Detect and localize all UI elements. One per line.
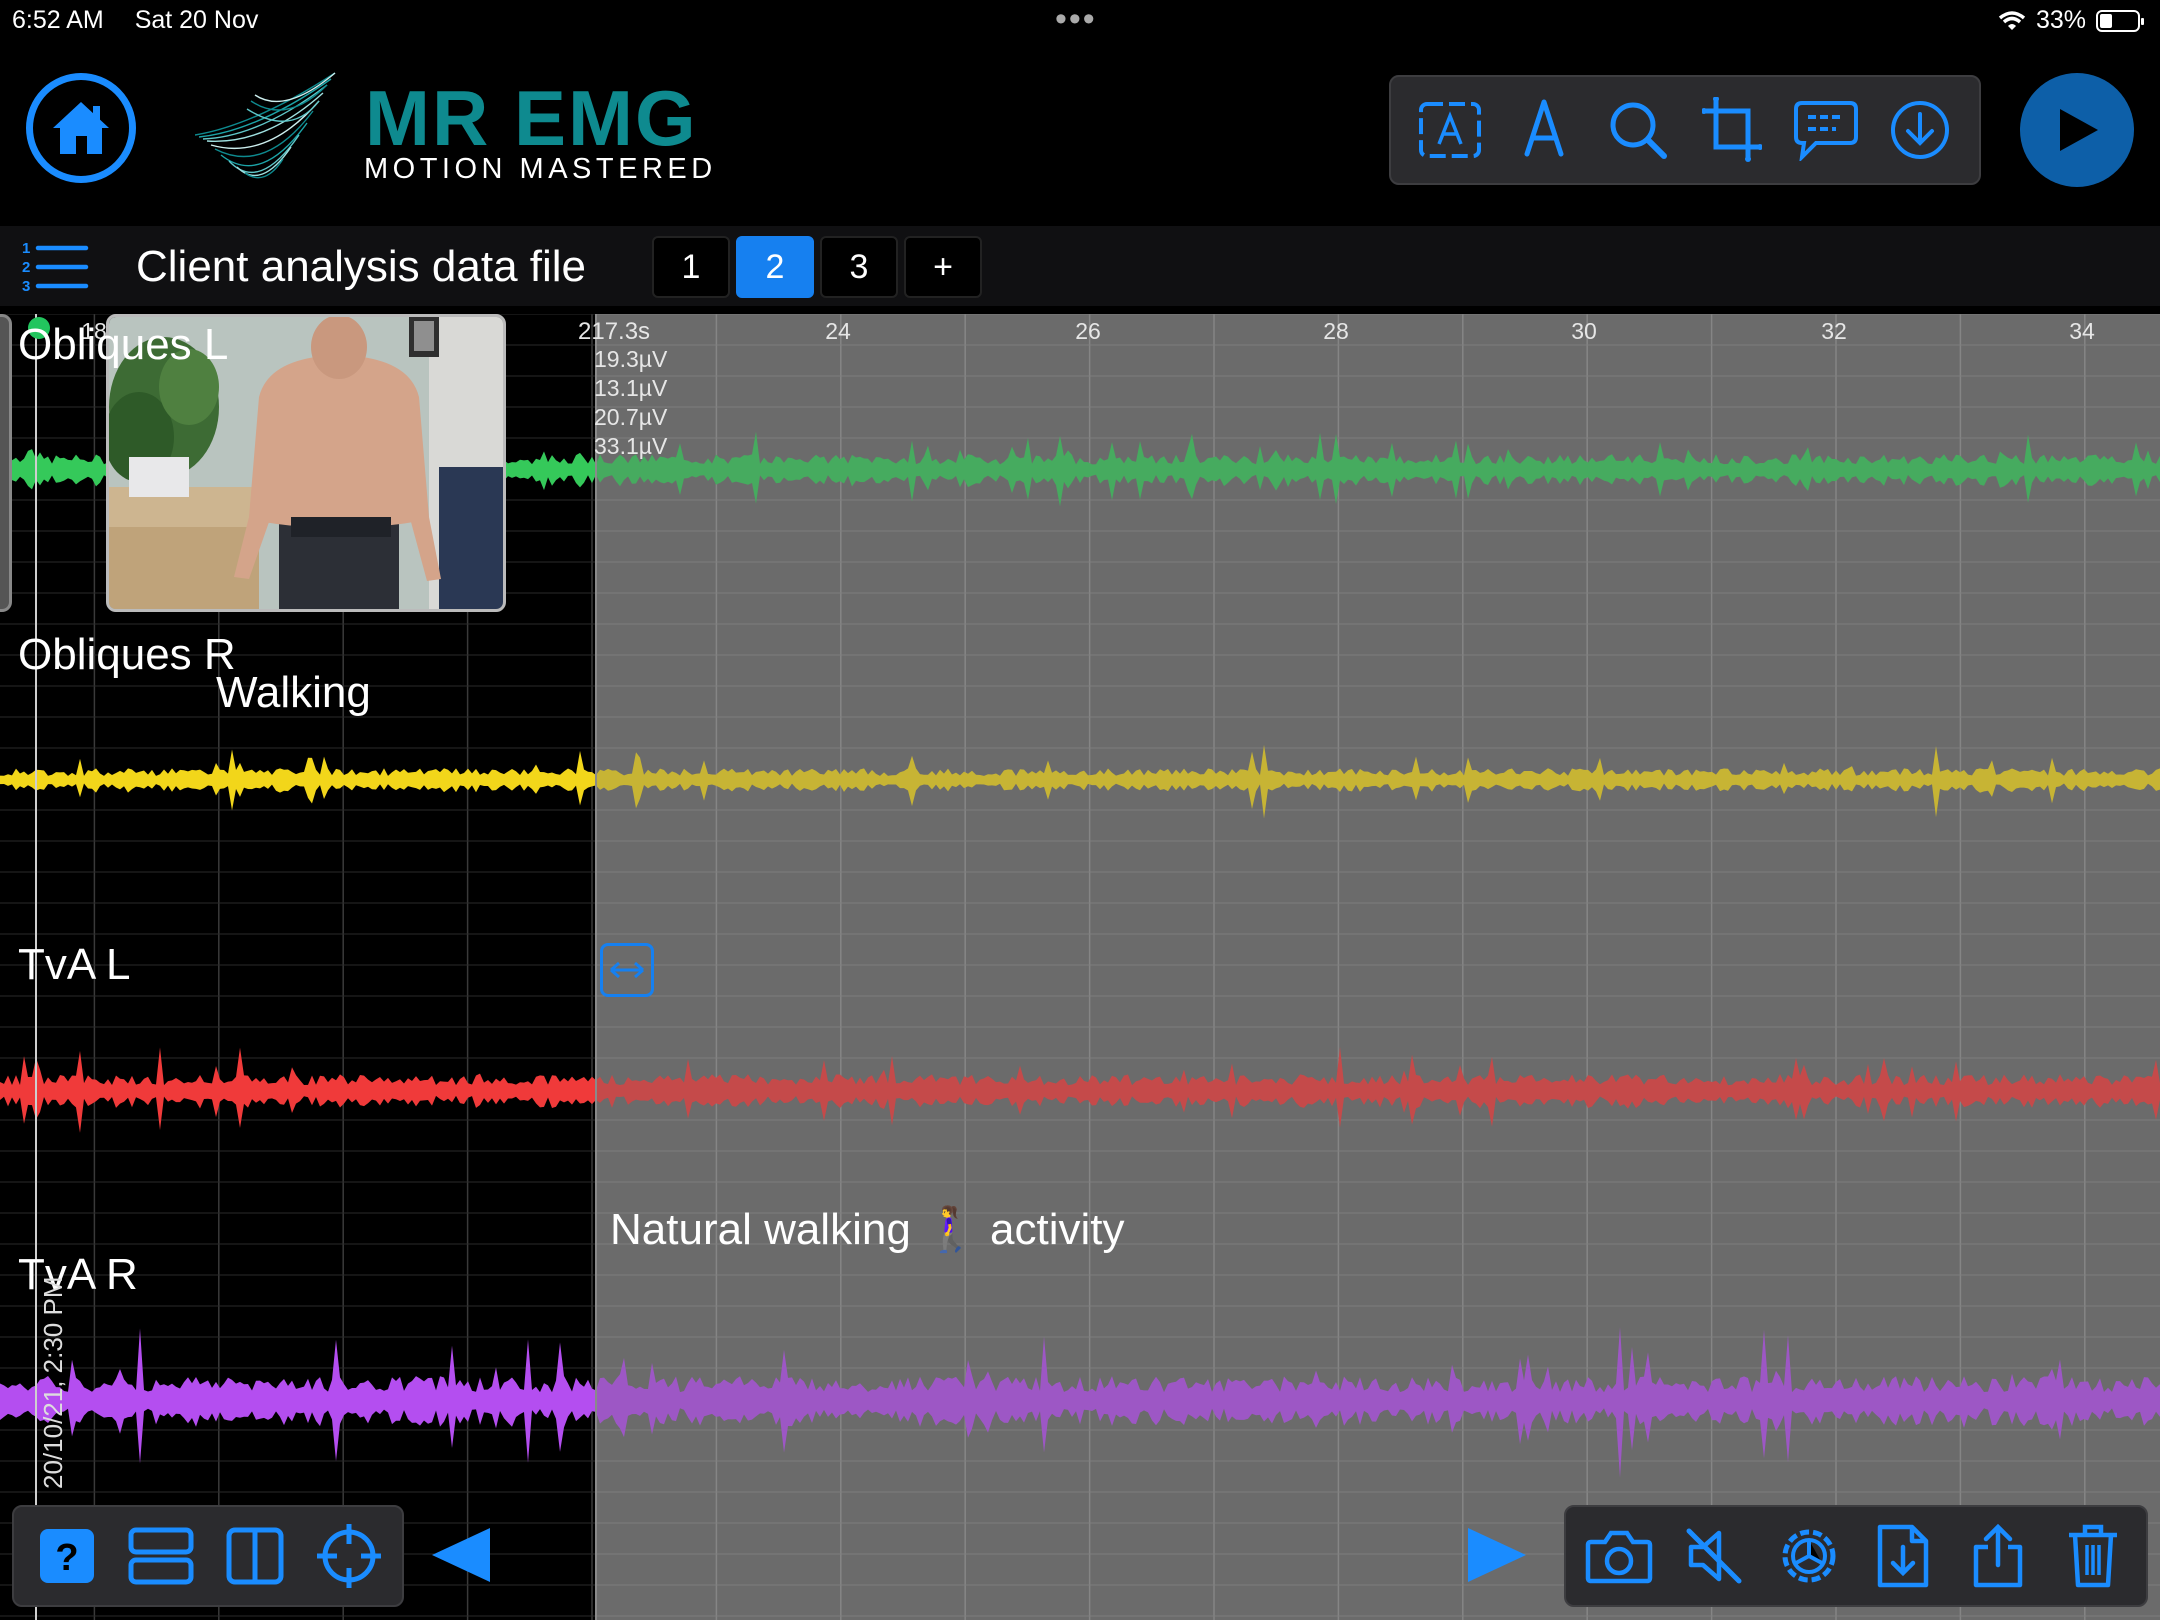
rows-layout-icon (128, 1527, 194, 1585)
crosshair-icon (317, 1524, 381, 1588)
selected-region (596, 314, 2160, 1620)
search-button[interactable] (1599, 91, 1677, 169)
emg-trace-tva-r-unselected (0, 1328, 596, 1464)
svg-text:2: 2 (22, 259, 30, 276)
mute-button[interactable] (1674, 1516, 1754, 1596)
svg-text:3: 3 (22, 278, 30, 295)
triangle-right-icon (1468, 1528, 1526, 1582)
channel-label-tva-l: TvA L (18, 940, 131, 989)
channel-label-obliques-r: Obliques R (18, 630, 236, 679)
comment-icon (1794, 101, 1858, 161)
logo-title: MR EMG (365, 74, 698, 162)
battery-percent: 33% (2035, 6, 2086, 34)
comment-button[interactable] (1787, 91, 1865, 169)
triangle-left-icon (432, 1528, 490, 1582)
obliques-r-readout: 13.1µV (594, 375, 668, 401)
recording-date: 20/10/21, 2:30 PM (38, 1276, 68, 1489)
help-button[interactable]: ? (27, 1516, 107, 1596)
status-time: 6:52 AM (12, 6, 104, 34)
annotation-toolbar (1389, 75, 1981, 185)
home-icon (53, 102, 109, 154)
status-date: Sat 20 Nov (134, 6, 259, 34)
emg-trace-obliques-r-unselected (0, 749, 596, 811)
previous-button[interactable] (430, 1524, 492, 1591)
resize-horizontal-icon (610, 961, 644, 979)
download-button[interactable] (1881, 91, 1959, 169)
add-page-button[interactable]: + (904, 236, 982, 298)
play-button[interactable] (2020, 73, 2134, 187)
text-box-button[interactable] (1411, 91, 1489, 169)
file-download-icon (1878, 1524, 1929, 1588)
action-toolbar (1564, 1505, 2148, 1607)
battery-icon (2096, 9, 2144, 32)
x-tick-label: 24 (825, 318, 851, 344)
page-tab-3[interactable]: 3 (820, 236, 898, 298)
rows-layout-button[interactable] (121, 1516, 201, 1596)
status-bar: 6:52 AM Sat 20 Nov ••• 33% (0, 0, 2160, 40)
video-thumbnail-previous[interactable] (0, 314, 12, 612)
x-tick-label: 26 (1075, 318, 1101, 344)
file-bar: 1 2 3 Client analysis data file 1 2 3 + (0, 226, 2160, 306)
home-button[interactable] (26, 73, 136, 183)
file-list-button[interactable]: 1 2 3 (20, 239, 90, 300)
camera-button[interactable] (1579, 1516, 1659, 1596)
multitasking-dots-icon[interactable]: ••• (1055, 2, 1097, 36)
camera-icon (1586, 1530, 1653, 1584)
obliques-l-readout: 19.3µV (594, 346, 668, 372)
file-download-button[interactable] (1863, 1516, 1943, 1596)
pen-icon (1524, 99, 1564, 157)
view-toolbar: ? (12, 1505, 404, 1607)
share-button[interactable] (1958, 1516, 2038, 1596)
columns-layout-button[interactable] (215, 1516, 295, 1596)
annotation-label[interactable]: Walking (216, 670, 371, 716)
help-icon: ? (40, 1529, 94, 1583)
file-title: Client analysis data file (136, 242, 587, 291)
x-tick-label: 32 (1821, 318, 1847, 344)
wifi-icon (1998, 10, 2026, 30)
page-tab-1[interactable]: 1 (652, 236, 730, 298)
settings-icon (1782, 1529, 1836, 1583)
expand-selection-handle[interactable] (600, 943, 654, 997)
columns-layout-icon (226, 1527, 284, 1585)
x-tick-label: 28 (1323, 318, 1349, 344)
tva-l-readout: 20.7µV (594, 404, 668, 430)
search-icon (1610, 102, 1667, 159)
download-icon (1891, 101, 1949, 159)
trash-icon (2068, 1524, 2117, 1588)
tva-r-readout: 33.1µV (594, 433, 668, 459)
channel-label-tva-r: TvA R (18, 1250, 138, 1299)
numbered-list-icon: 1 2 3 (22, 240, 89, 295)
page-tab-2[interactable]: 2 (736, 236, 814, 298)
crop-icon (1702, 97, 1762, 162)
cursor-time-readout: 217.3s (578, 318, 651, 345)
channel-label-obliques-l: Obliques L (18, 320, 229, 369)
delete-button[interactable] (2053, 1516, 2133, 1596)
share-icon (1973, 1523, 2023, 1588)
svg-text:1: 1 (22, 240, 30, 257)
emg-chart[interactable]: 18 24 26 28 30 32 34 217.3s 19.3µV 13.1µ… (0, 314, 2160, 1620)
next-button[interactable] (1466, 1524, 1528, 1591)
mute-icon (1686, 1528, 1742, 1584)
pen-button[interactable] (1505, 91, 1583, 169)
x-tick-label: 34 (2069, 318, 2095, 344)
crosshair-button[interactable] (309, 1516, 389, 1596)
svg-text:?: ? (55, 1537, 78, 1579)
text-box-icon (1419, 102, 1481, 158)
x-tick-label: 30 (1571, 318, 1597, 344)
play-icon (2060, 109, 2098, 151)
logo-subtitle: MOTION MASTERED (364, 153, 717, 185)
settings-button[interactable] (1769, 1516, 1849, 1596)
logo-mark (195, 72, 336, 179)
annotation-note[interactable]: Natural walking 🚶‍♀️ activity (610, 1207, 1125, 1253)
crop-button[interactable] (1693, 91, 1771, 169)
